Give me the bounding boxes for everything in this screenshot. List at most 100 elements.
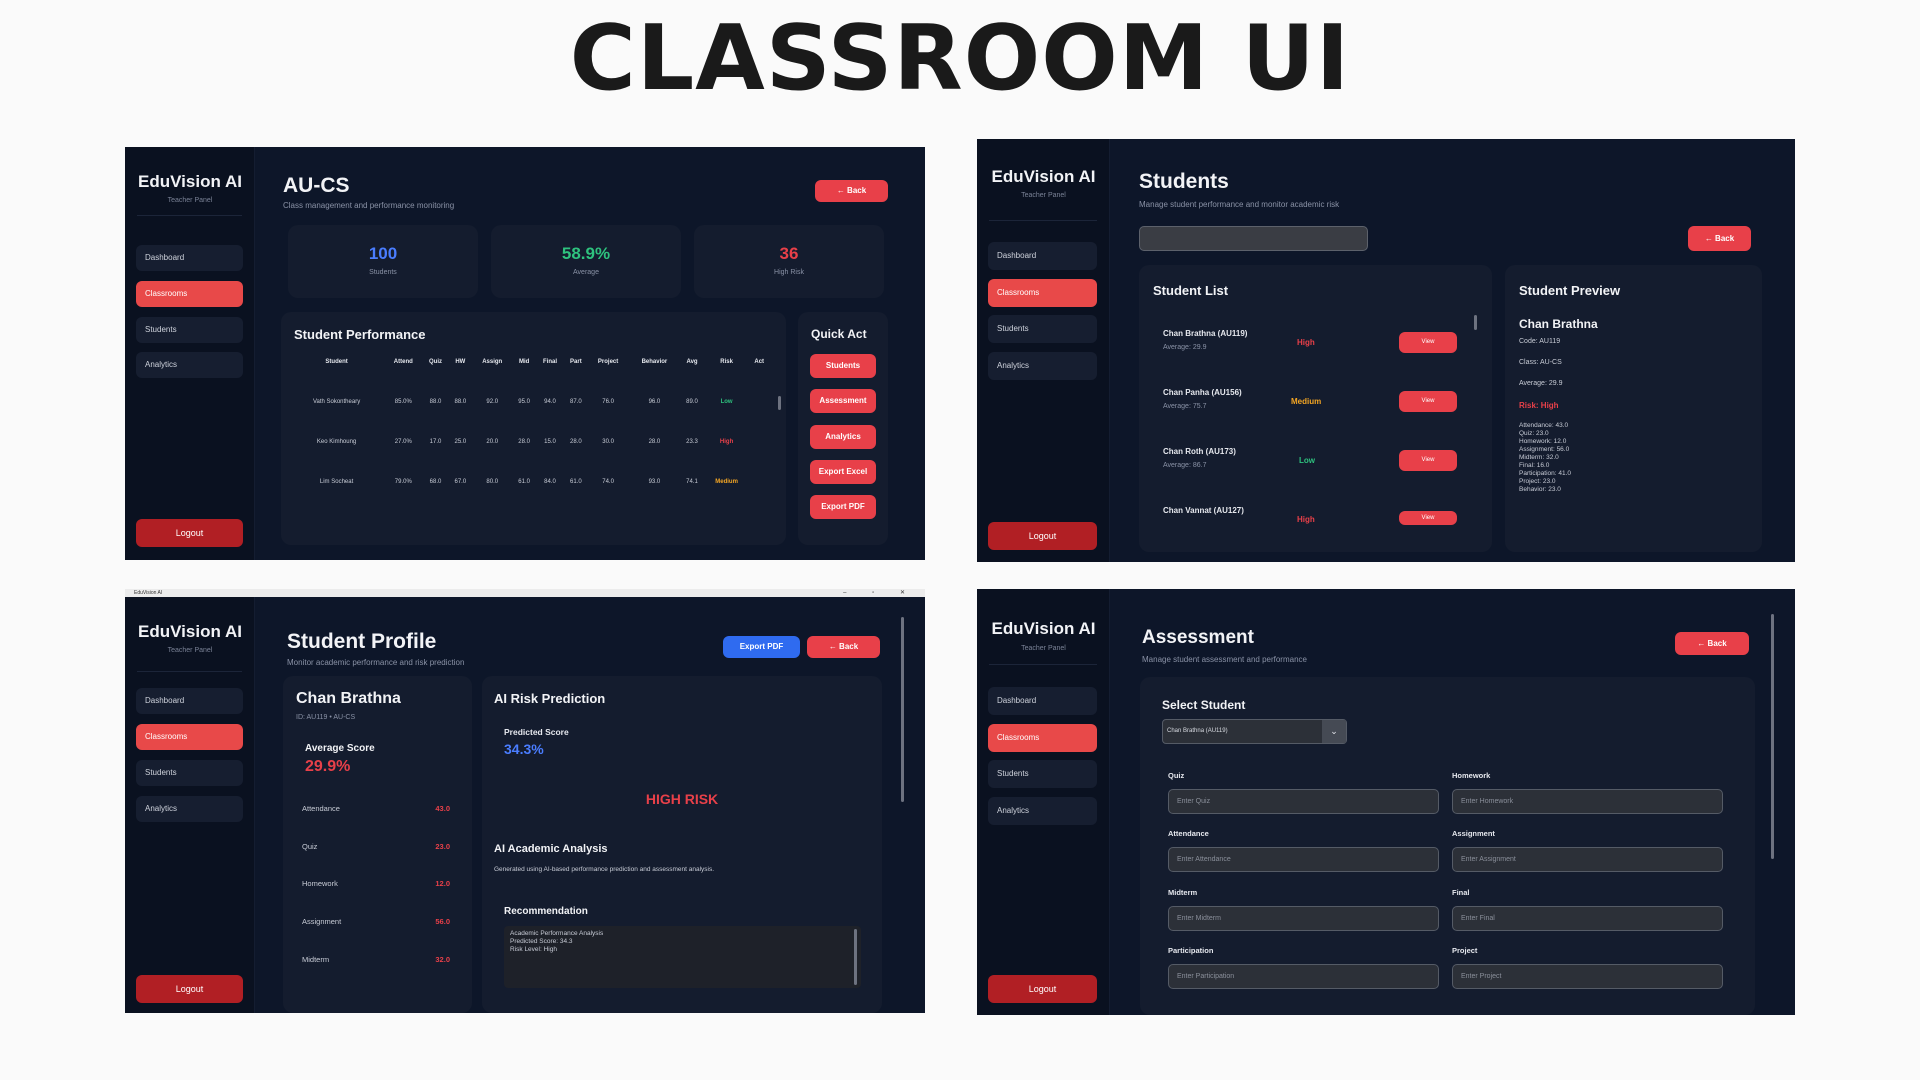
midterm-input[interactable]: Enter Midterm <box>1168 906 1439 931</box>
column-header: Quiz <box>428 359 442 365</box>
nav-classrooms[interactable]: Classrooms <box>988 279 1097 307</box>
students-subtitle: Manage student performance and monitor a… <box>1139 200 1340 209</box>
student-list-item[interactable]: Chan Vannat (AU127) High View <box>1149 497 1459 543</box>
recommendation-textbox[interactable]: Academic Performance Analysis Predicted … <box>504 926 861 988</box>
score-value: 43.0 <box>435 804 450 813</box>
logout-button[interactable]: Logout <box>136 975 243 1003</box>
nav-dashboard[interactable]: Dashboard <box>136 688 243 714</box>
nav-dashboard[interactable]: Dashboard <box>988 687 1097 715</box>
table-cell: 76.0 <box>602 399 614 405</box>
student-list-item[interactable]: Chan Roth (AU173) Average: 86.7 Low View <box>1149 438 1459 484</box>
homework-input[interactable]: Enter Homework <box>1452 789 1723 814</box>
field-label-attendance: Attendance <box>1168 829 1209 838</box>
table-row[interactable]: Keo Kimhoung 27.0% 17.0 25.0 20.0 28.0 15.0 28.… <box>289 422 769 462</box>
table-scrollbar[interactable] <box>778 396 781 410</box>
page-scrollbar[interactable] <box>901 617 904 802</box>
quick-actions-card: Quick Act Students Assessment Analytics … <box>798 312 888 545</box>
nav-classrooms[interactable]: Classrooms <box>136 281 243 307</box>
back-button[interactable]: ← Back <box>807 636 880 658</box>
nav-dashboard[interactable]: Dashboard <box>988 242 1097 270</box>
risk-cell: High <box>719 439 734 445</box>
preview-title: Student Preview <box>1519 283 1621 298</box>
detail-assignment: Assignment: 56.0 <box>1519 446 1570 453</box>
risk-cell: Low <box>720 399 733 405</box>
page-scrollbar[interactable] <box>1771 614 1774 859</box>
page-title: CLASSROOM UI <box>569 6 1351 111</box>
export-excel-button[interactable]: Export Excel <box>810 460 876 484</box>
sidebar: EduVision AI Teacher Panel Dashboard Cla… <box>977 139 1110 562</box>
score-label: Attendance <box>302 804 340 813</box>
quiz-input[interactable]: Enter Quiz <box>1168 789 1439 814</box>
assignment-input[interactable]: Enter Assignment <box>1452 847 1723 872</box>
window-controls[interactable]: – ▫ ✕ <box>843 589 917 596</box>
analysis-subtitle: Generated using AI-based performance pre… <box>494 866 715 873</box>
table-cell: 93.0 <box>648 479 661 485</box>
window-titlebar: EduVision AI – ▫ ✕ <box>125 589 925 597</box>
table-cell: Lim Socheat <box>319 479 354 485</box>
student-average: Average: 75.7 <box>1163 403 1207 410</box>
export-pdf-button[interactable]: Export PDF <box>810 495 876 519</box>
textbox-scrollbar[interactable] <box>854 929 857 985</box>
field-label-quiz: Quiz <box>1168 771 1185 780</box>
brand: EduVision AI <box>991 167 1096 186</box>
view-button[interactable]: View <box>1399 332 1457 353</box>
student-preview-card: Student Preview Chan Brathna Code: AU119… <box>1505 265 1762 552</box>
nav-classrooms[interactable]: Classrooms <box>136 724 243 750</box>
nav-students[interactable]: Students <box>136 760 243 786</box>
list-scrollbar[interactable] <box>1474 315 1477 330</box>
nav-students[interactable]: Students <box>988 315 1097 343</box>
quick-assessment-button[interactable]: Assessment <box>810 389 876 413</box>
table-cell: 88.0 <box>429 399 442 405</box>
stat-value: 100 <box>368 244 398 263</box>
score-value: 23.0 <box>435 842 450 851</box>
assessment-subtitle: Manage student assessment and performanc… <box>1142 655 1307 664</box>
chevron-down-icon[interactable]: ⌄ <box>1322 720 1346 743</box>
field-label-assignment: Assignment <box>1452 829 1495 838</box>
back-button[interactable]: ← Back <box>1675 632 1749 655</box>
stat-label: Students <box>369 269 397 276</box>
detail-midterm: Midterm: 32.0 <box>1519 454 1559 461</box>
final-input[interactable]: Enter Final <box>1452 906 1723 931</box>
back-button[interactable]: ← Back <box>815 180 888 202</box>
view-button[interactable]: View <box>1399 450 1457 471</box>
nav-students[interactable]: Students <box>988 760 1097 788</box>
nav-dashboard[interactable]: Dashboard <box>136 245 243 271</box>
quick-analytics-button[interactable]: Analytics <box>810 425 876 449</box>
table-row[interactable]: Lim Socheat 79.0% 68.0 67.0 80.0 61.0 84.0 61.0… <box>289 462 769 502</box>
stat-value: 58.9% <box>561 244 611 263</box>
score-row: Quiz 23.0 <box>283 839 472 855</box>
table-cell: 94.0 <box>544 399 556 405</box>
view-button[interactable]: View <box>1399 511 1457 525</box>
participation-input[interactable]: Enter Participation <box>1168 964 1439 989</box>
logout-button[interactable]: Logout <box>988 522 1097 550</box>
sidebar: EduVision AI Teacher Panel Dashboard Cla… <box>125 597 255 1013</box>
nav-analytics[interactable]: Analytics <box>988 797 1097 825</box>
project-input[interactable]: Enter Project <box>1452 964 1723 989</box>
logout-button[interactable]: Logout <box>136 519 243 547</box>
nav-students[interactable]: Students <box>136 317 243 343</box>
table-cell: Vath Sokontheary <box>312 399 361 405</box>
search-input[interactable] <box>1139 226 1368 251</box>
table-cell: 95.0 <box>518 399 530 405</box>
nav-classrooms[interactable]: Classrooms <box>988 724 1097 752</box>
nav-analytics[interactable]: Analytics <box>136 796 243 822</box>
student-list-item[interactable]: Chan Brathna (AU119) Average: 29.9 High … <box>1149 320 1459 366</box>
profile-card: Chan Brathna ID: AU119 • AU-CS Average S… <box>283 676 472 1013</box>
student-list-item[interactable]: Chan Panha (AU156) Average: 75.7 Medium … <box>1149 379 1459 425</box>
recommendation-line: Risk Level: High <box>510 946 557 953</box>
attendance-input[interactable]: Enter Attendance <box>1168 847 1439 872</box>
student-select[interactable]: Chan Brathna (AU119) ⌄ <box>1162 719 1347 744</box>
export-pdf-button[interactable]: Export PDF <box>723 636 800 658</box>
view-button[interactable]: View <box>1399 391 1457 412</box>
score-row: Assignment 56.0 <box>283 914 472 930</box>
table-row[interactable]: Vath Sokontheary 85.0% 88.0 88.0 92.0 95.0 94.… <box>289 382 769 422</box>
quick-students-button[interactable]: Students <box>810 354 876 378</box>
score-value: 56.0 <box>435 917 450 926</box>
nav-analytics[interactable]: Analytics <box>988 352 1097 380</box>
score-label: Assignment <box>302 917 342 926</box>
nav-analytics[interactable]: Analytics <box>136 352 243 378</box>
logout-button[interactable]: Logout <box>988 975 1097 1003</box>
column-header: Mid <box>518 359 530 365</box>
table-cell: 74.0 <box>602 479 614 485</box>
back-button[interactable]: ← Back <box>1688 226 1751 251</box>
